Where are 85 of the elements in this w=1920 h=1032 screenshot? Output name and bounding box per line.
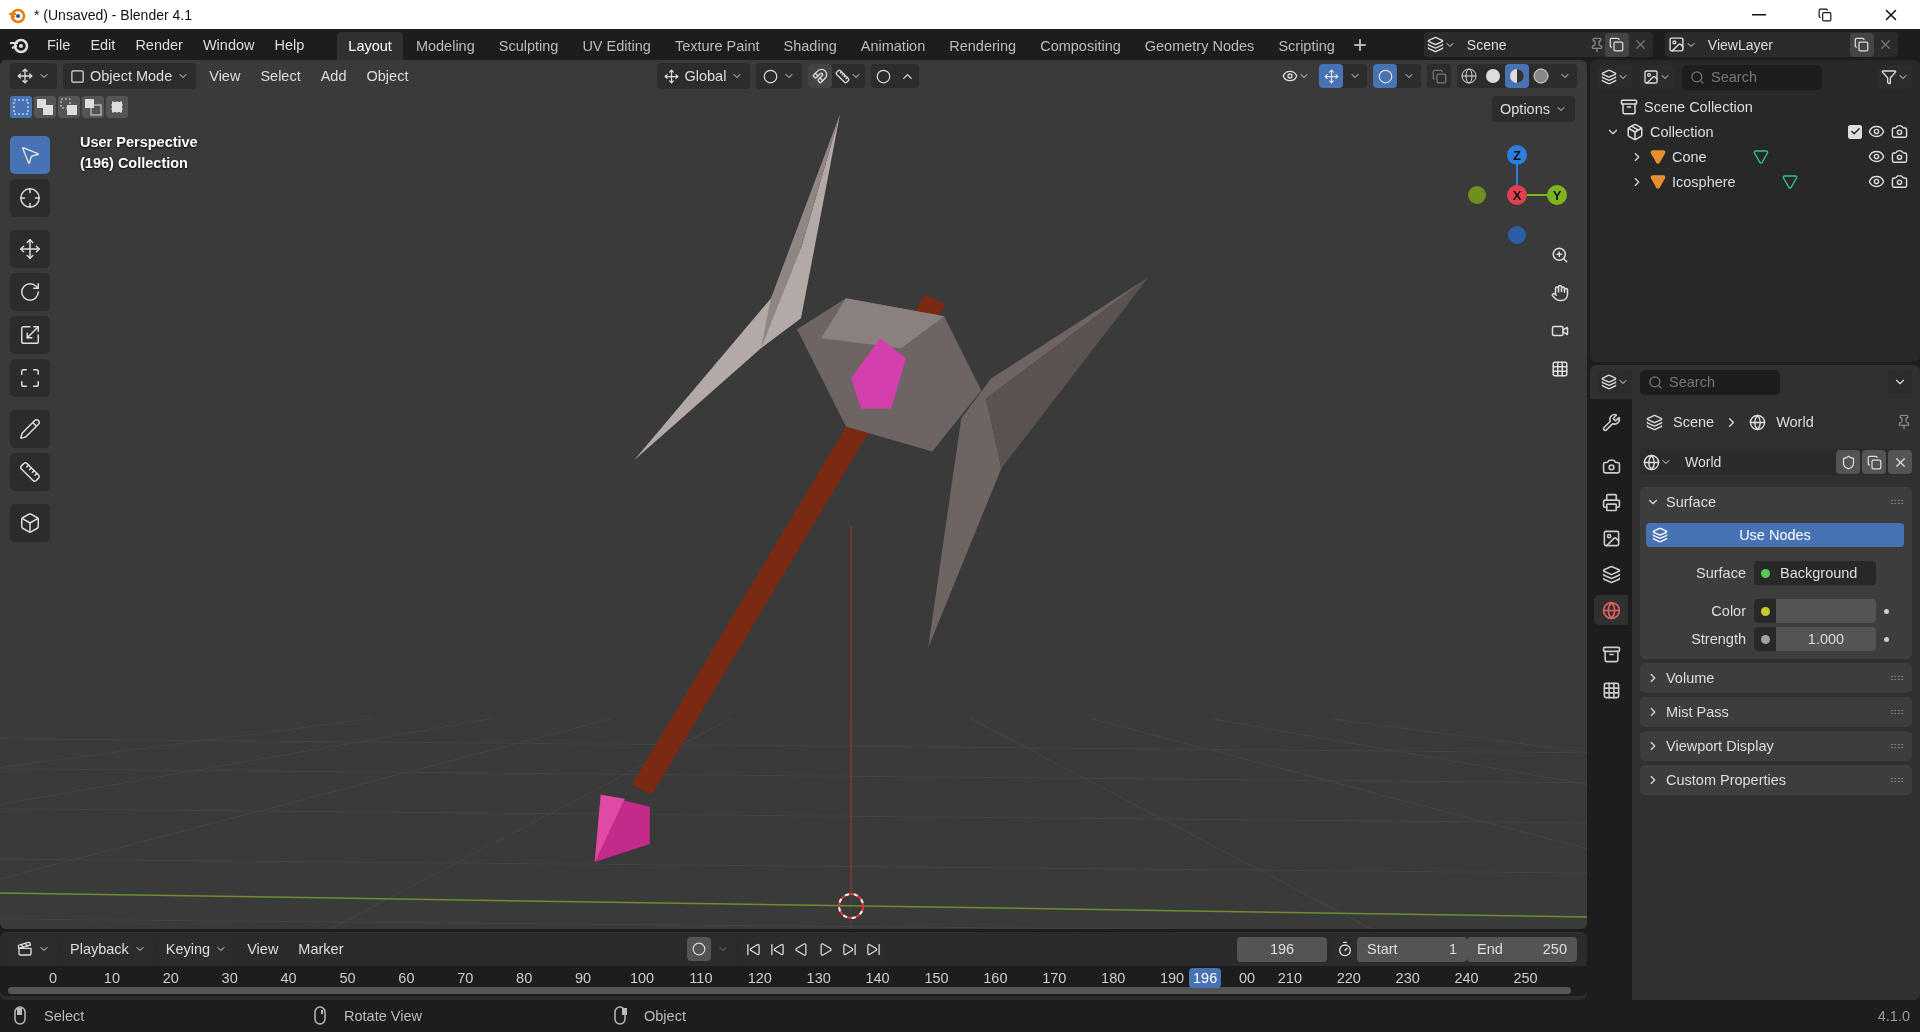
window-title: * (Unsaved) - Blender 4.1	[34, 6, 193, 23]
options-dropdown[interactable]: Options	[1492, 96, 1575, 122]
frame-number: 180	[1100, 970, 1127, 986]
frame-number: 130	[805, 970, 832, 986]
workspace-tab[interactable]: Shading	[772, 32, 848, 60]
playhead[interactable]: 196	[1189, 968, 1222, 988]
frame-number: 110	[688, 970, 714, 986]
frame-number: 160	[982, 970, 1009, 986]
panel-header[interactable]: Viewport Display	[1646, 731, 1904, 761]
tree-item-label[interactable]: Cone	[1672, 148, 1707, 165]
frame-number: 40	[279, 970, 298, 986]
frame-number: 90	[574, 970, 593, 986]
workspace-tab[interactable]: Rendering	[938, 32, 1028, 60]
property-label: Color	[1710, 603, 1746, 619]
menu-item[interactable]: Render	[126, 32, 192, 57]
frame-number: 60	[397, 970, 416, 986]
frame-number: 00	[1237, 970, 1257, 986]
workspace-tab[interactable]: Sculpting	[487, 32, 570, 60]
orientation-dropdown[interactable]: Global	[657, 63, 751, 89]
frame-number: 140	[864, 970, 891, 986]
workspace-tab[interactable]: Animation	[849, 32, 937, 60]
menu-item[interactable]: Edit	[81, 32, 125, 57]
version-label: 4.1.0	[1877, 1008, 1910, 1024]
viewport-info-text: User Perspective	[80, 134, 198, 150]
panel-header[interactable]: Custom Properties	[1646, 765, 1904, 795]
frame-number: 50	[338, 970, 357, 986]
axis-label: Z	[1513, 148, 1521, 163]
use-nodes-button[interactable]: Use Nodes	[1646, 523, 1904, 547]
panel-header[interactable]: Volume	[1646, 663, 1904, 693]
workspace-tab[interactable]: Texture Paint	[663, 32, 771, 60]
axis-label: X	[1512, 188, 1522, 203]
mode-dropdown[interactable]: Object Mode	[63, 63, 197, 89]
breadcrumb-item[interactable]: World	[1776, 414, 1814, 430]
frame-number: 20	[161, 970, 180, 986]
frame-number: 170	[1041, 970, 1068, 986]
frame-number: 220	[1335, 970, 1362, 986]
axis-handle-icon[interactable]: X	[1507, 185, 1527, 205]
frame-number: 0	[47, 970, 59, 986]
frame-number: 230	[1394, 970, 1421, 986]
shader-selector[interactable]: Background	[1754, 561, 1876, 585]
frame-number: 150	[923, 970, 950, 986]
current-frame-field[interactable]: 196	[1237, 936, 1327, 962]
workspace-tab[interactable]: Layout	[337, 32, 403, 60]
menu-item[interactable]: Window	[193, 32, 264, 57]
workspace-tab[interactable]: Compositing	[1029, 32, 1132, 60]
frame-number: 210	[1276, 970, 1303, 986]
number-field[interactable]: 1.000	[1754, 627, 1876, 651]
3d-viewport[interactable]: Object Mode View Select Add Object Global Options User Perspective (196) Collection Z X Y	[0, 60, 1587, 929]
frame-number: 80	[515, 970, 534, 986]
menu-item[interactable]: File	[38, 32, 80, 57]
status-hint: Select	[44, 1008, 85, 1024]
menu-item[interactable]: View	[202, 68, 248, 84]
search-field[interactable]: Search	[1682, 64, 1822, 90]
frame-number: 100	[628, 970, 656, 986]
frame-number: 70	[456, 970, 475, 986]
frame-number: 30	[220, 970, 239, 986]
frame-number: 120	[746, 970, 773, 986]
frame-number: 240	[1453, 970, 1480, 986]
workspace-tab[interactable]: Geometry Nodes	[1133, 32, 1266, 60]
workspace-tab[interactable]: Modeling	[404, 32, 486, 60]
property-label: Surface	[1695, 565, 1746, 581]
status-hint: Rotate View	[344, 1008, 422, 1024]
workspace-tab[interactable]: UV Editing	[571, 32, 662, 60]
tree-item-label[interactable]: Collection	[1650, 123, 1714, 140]
menu-item[interactable]: Select	[253, 68, 308, 84]
frame-number: 10	[102, 970, 121, 986]
breadcrumb-item[interactable]: Scene	[1673, 414, 1715, 430]
menu-item[interactable]: Marker	[291, 941, 351, 957]
frame-number: 250	[1512, 970, 1539, 986]
axis-label: Y	[1552, 188, 1562, 203]
end-frame-field[interactable]: End 250	[1467, 936, 1577, 962]
search-field[interactable]: Search	[1640, 369, 1780, 395]
start-frame-field[interactable]: Start 1	[1357, 936, 1467, 962]
tree-item-label[interactable]: Scene Collection	[1644, 98, 1753, 115]
menu-item[interactable]: Help	[265, 32, 314, 57]
menu-item[interactable]: View	[240, 941, 286, 957]
status-hint: Object	[644, 1008, 686, 1024]
panel-header[interactable]: Surface	[1646, 487, 1904, 517]
menu-item[interactable]: Add	[313, 68, 354, 84]
menu-item[interactable]: Object	[359, 68, 416, 84]
property-label: Strength	[1690, 631, 1746, 647]
viewport-info-text: (196) Collection	[80, 155, 189, 171]
workspace-tab[interactable]: Scripting	[1267, 32, 1346, 60]
tree-item-label[interactable]: Icosphere	[1672, 173, 1736, 190]
panel-header[interactable]: Mist Pass	[1646, 697, 1904, 727]
